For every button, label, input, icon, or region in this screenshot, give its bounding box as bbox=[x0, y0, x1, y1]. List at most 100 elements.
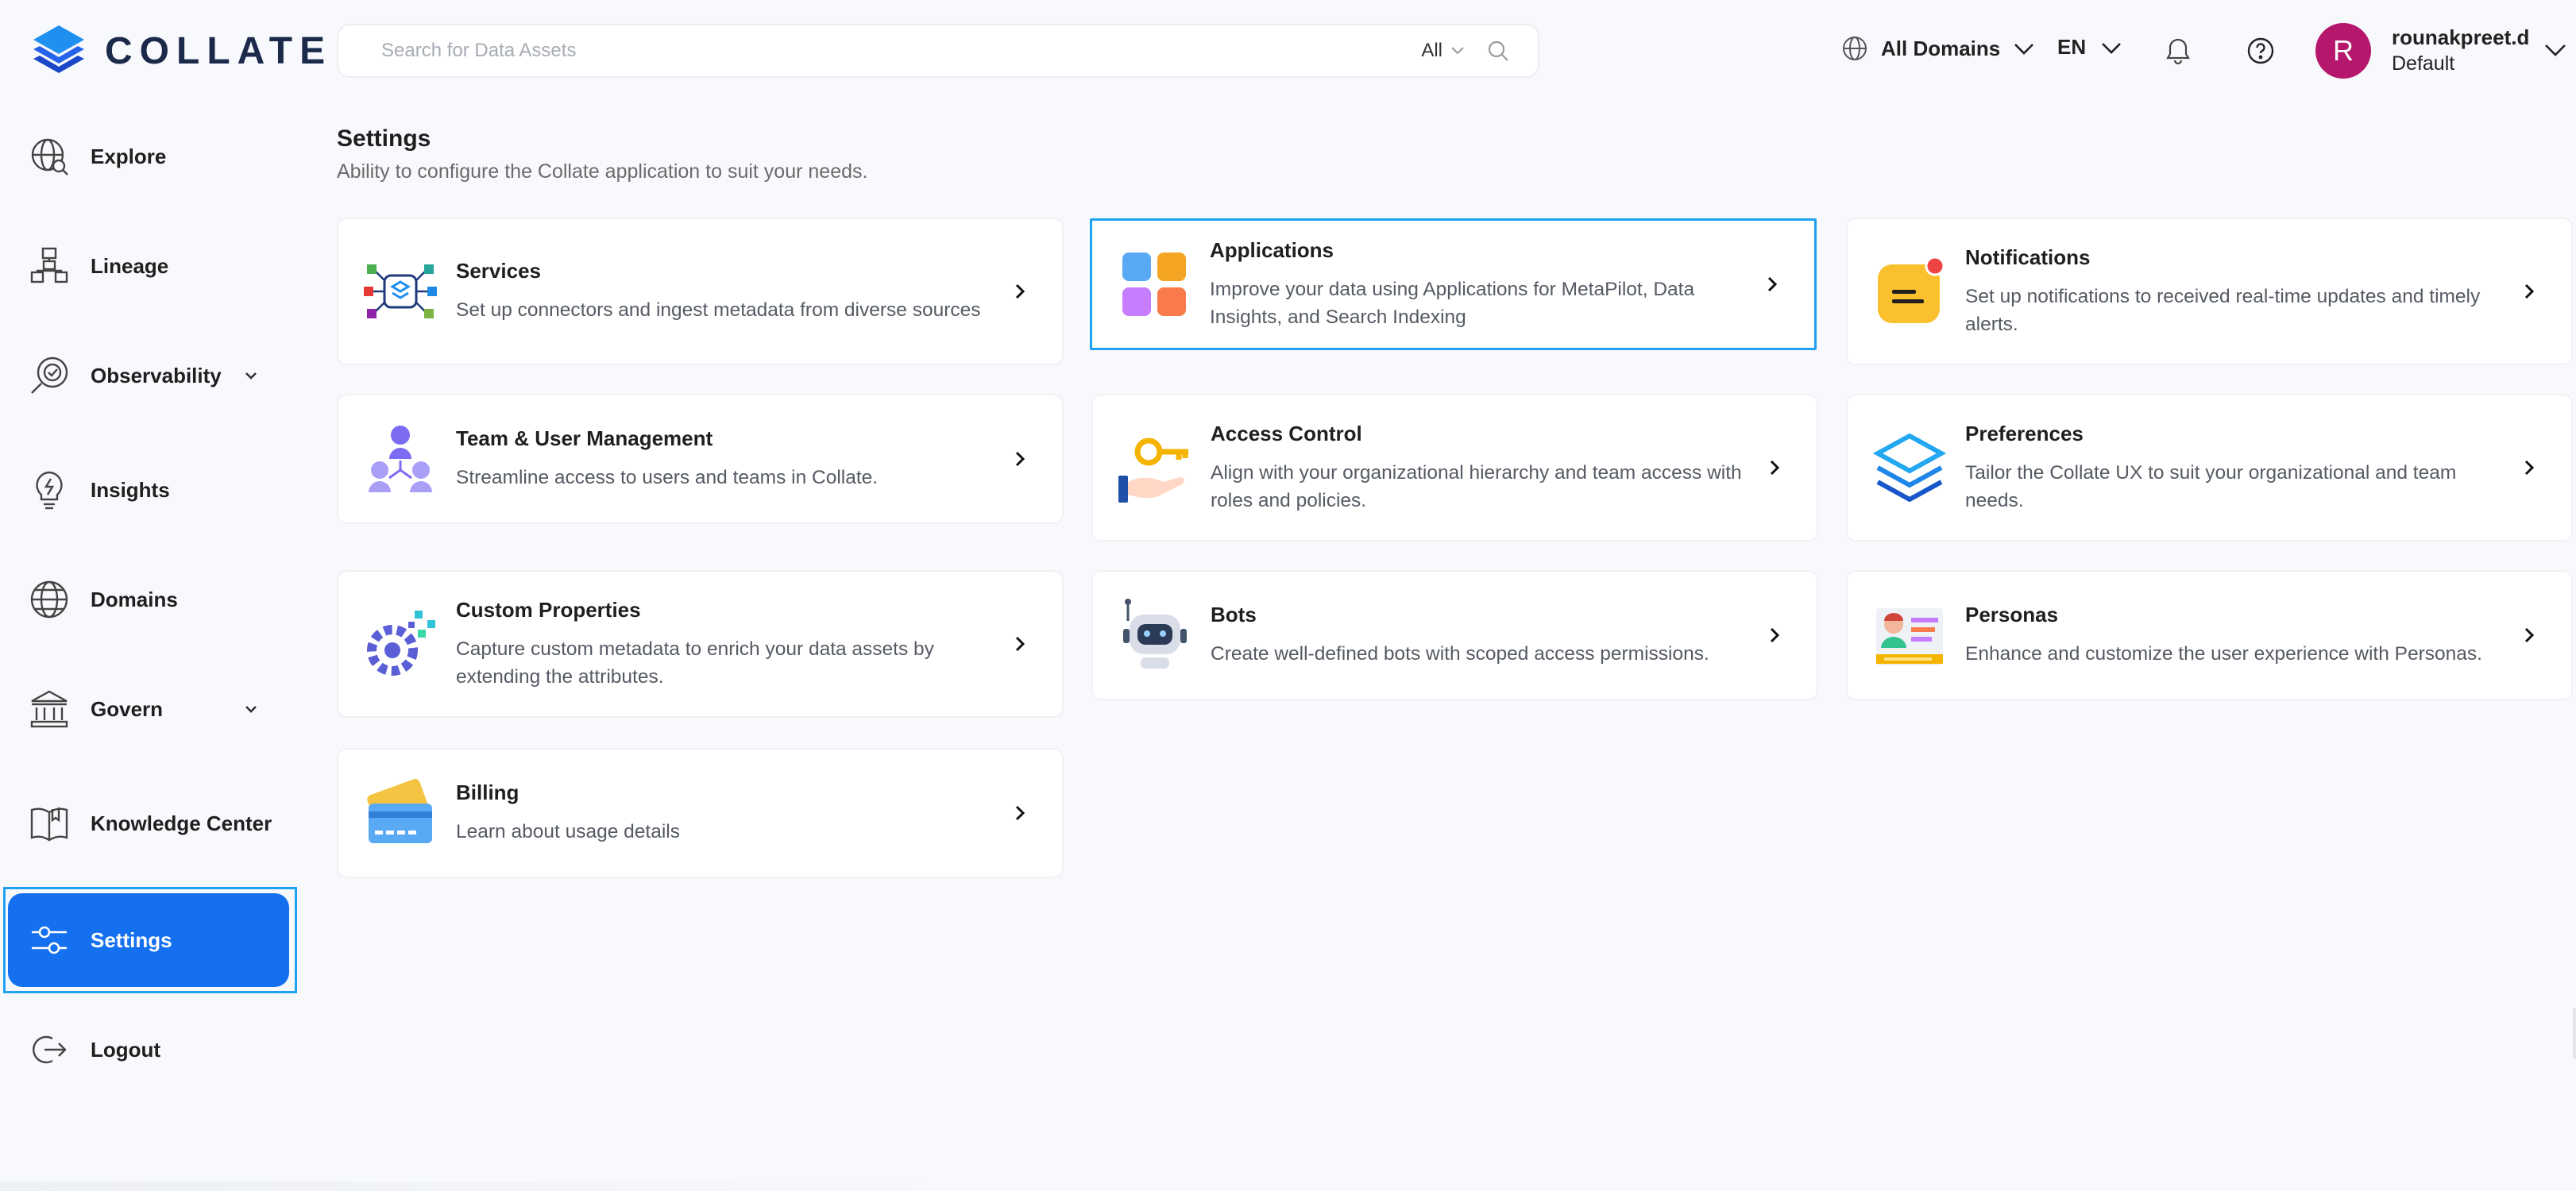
chevron-down-icon bbox=[1451, 47, 1464, 55]
notification-bell-icon[interactable] bbox=[2162, 35, 2194, 67]
settings-card-team-user-management[interactable]: Team & User Management Streamline access… bbox=[337, 394, 1064, 524]
settings-card-access-control[interactable]: Access Control Align with your organizat… bbox=[1091, 394, 1818, 542]
card-body: Services Set up connectors and ingest me… bbox=[456, 259, 991, 324]
bot-robot-icon bbox=[1123, 599, 1187, 669]
settings-card-custom-properties[interactable]: Custom Properties Capture custom metadat… bbox=[337, 570, 1064, 718]
applications-grid-icon bbox=[1122, 252, 1186, 316]
collate-logo-text: COLLATE bbox=[105, 29, 333, 72]
user-role: Default bbox=[2392, 52, 2455, 75]
chevron-right-icon bbox=[1770, 460, 1780, 476]
chevron-right-icon bbox=[1770, 627, 1780, 643]
personas-profile-icon bbox=[1876, 608, 1943, 665]
sidebar-item-label: Domains bbox=[91, 587, 178, 611]
chevron-right-icon bbox=[2524, 627, 2535, 643]
card-description: Streamline access to users and teams in … bbox=[456, 467, 879, 488]
sidebar-item-lineage[interactable]: Lineage bbox=[8, 219, 289, 313]
card-title: Applications bbox=[1210, 237, 1334, 262]
search-filter-value: All bbox=[1421, 40, 1442, 61]
chevron-right-icon bbox=[1015, 451, 1025, 467]
domains-globe-icon bbox=[30, 580, 68, 619]
sidebar-item-knowledge-center[interactable]: Knowledge Center bbox=[8, 777, 289, 870]
card-description: Learn about usage details bbox=[456, 821, 680, 842]
chevron-right-icon bbox=[1015, 805, 1025, 821]
language-label: EN bbox=[2057, 35, 2087, 59]
sidebar-item-label: Govern bbox=[91, 696, 164, 721]
chevron-down-icon bbox=[2014, 44, 2034, 55]
settings-card-notifications[interactable]: Notifications Set up notifications to re… bbox=[1846, 218, 2573, 365]
collate-logo-icon bbox=[33, 25, 84, 73]
card-body: Billing Learn about usage details bbox=[456, 781, 991, 846]
card-title: Personas bbox=[1965, 603, 2059, 626]
sidebar-item-explore[interactable]: Explore bbox=[8, 110, 289, 203]
page-title: Settings bbox=[337, 125, 431, 152]
chevron-down-icon[interactable] bbox=[243, 368, 259, 384]
insights-bulb-icon bbox=[36, 471, 63, 510]
user-menu-chevron-icon[interactable] bbox=[2543, 41, 2567, 59]
chevron-right-icon bbox=[1015, 636, 1025, 652]
card-description: Improve your data using Applications for… bbox=[1210, 278, 1695, 328]
chevron-down-icon[interactable] bbox=[243, 701, 259, 717]
globe-icon bbox=[1843, 37, 1867, 60]
card-body: Applications Improve your data using App… bbox=[1210, 238, 1743, 331]
global-search: All bbox=[337, 24, 1539, 78]
billing-card-icon bbox=[367, 779, 432, 843]
card-body: Personas Enhance and customize the user … bbox=[1965, 603, 2500, 668]
settings-card-billing[interactable]: Billing Learn about usage details bbox=[337, 748, 1064, 878]
sidebar-item-logout[interactable]: Logout bbox=[8, 1003, 289, 1097]
card-title: Preferences bbox=[1965, 421, 2084, 445]
sidebar-item-label: Knowledge Center bbox=[91, 811, 272, 835]
user-name[interactable]: rounakpreet.d bbox=[2392, 25, 2529, 50]
card-title: Services bbox=[456, 259, 541, 283]
chevron-down-icon bbox=[2102, 42, 2122, 54]
card-body: Team & User Management Streamline access… bbox=[456, 426, 991, 491]
custom-properties-gear-icon bbox=[367, 611, 435, 676]
card-description: Enhance and customize the user experienc… bbox=[1965, 643, 2482, 665]
card-body: Access Control Align with your organizat… bbox=[1211, 422, 1745, 515]
sidebar-item-domains[interactable]: Domains bbox=[8, 553, 289, 646]
chevron-right-icon bbox=[1767, 276, 1778, 292]
search-icon[interactable] bbox=[1487, 40, 1509, 62]
chevron-right-icon bbox=[2524, 460, 2535, 476]
chevron-right-icon bbox=[1015, 283, 1025, 299]
chevron-right-icon bbox=[2524, 283, 2535, 299]
sidebar-item-observability[interactable]: Observability bbox=[8, 329, 289, 422]
settings-card-services[interactable]: Services Set up connectors and ingest me… bbox=[337, 218, 1064, 365]
govern-bank-icon bbox=[30, 690, 68, 728]
search-filter-dropdown[interactable]: All bbox=[1421, 40, 1465, 62]
sidebar-item-label: Settings bbox=[91, 927, 172, 952]
card-description: Align with your organizational hierarchy… bbox=[1211, 461, 1742, 511]
settings-card-preferences[interactable]: Preferences Tailor the Collate UX to sui… bbox=[1846, 394, 2573, 542]
sidebar-item-label: Explore bbox=[91, 144, 167, 168]
help-icon[interactable] bbox=[2245, 35, 2277, 67]
logout-icon bbox=[33, 1035, 67, 1064]
team-users-icon bbox=[369, 426, 432, 492]
card-title: Custom Properties bbox=[456, 597, 641, 622]
sidebar-item-settings[interactable]: Settings bbox=[8, 893, 289, 987]
search-input[interactable] bbox=[381, 40, 1422, 62]
settings-card-applications[interactable]: Applications Improve your data using App… bbox=[1090, 218, 1817, 350]
card-title: Bots bbox=[1211, 603, 1257, 626]
card-body: Preferences Tailor the Collate UX to sui… bbox=[1965, 422, 2500, 515]
card-title: Notifications bbox=[1965, 245, 2091, 269]
card-description: Set up connectors and ingest metadata fr… bbox=[456, 299, 981, 321]
sidebar-item-insights[interactable]: Insights bbox=[8, 443, 289, 537]
observability-icon bbox=[31, 357, 68, 394]
services-hub-icon bbox=[364, 264, 437, 318]
sidebar: COLLATE Explore Lineage Observability In… bbox=[0, 0, 325, 1191]
card-description: Create well-defined bots with scoped acc… bbox=[1211, 643, 1709, 665]
scrollbar-thumb[interactable] bbox=[2573, 1008, 2576, 1059]
language-selector[interactable]: EN bbox=[2057, 35, 2122, 60]
knowledge-book-icon bbox=[30, 807, 68, 842]
collate-logo[interactable]: COLLATE bbox=[30, 22, 332, 79]
settings-card-bots[interactable]: Bots Create well-defined bots with scope… bbox=[1091, 570, 1818, 700]
preferences-layers-icon bbox=[1872, 433, 1947, 503]
card-description: Capture custom metadata to enrich your d… bbox=[456, 638, 934, 688]
page-subtitle: Ability to configure the Collate applica… bbox=[337, 160, 868, 183]
sidebar-item-label: Observability bbox=[91, 363, 222, 387]
settings-card-personas[interactable]: Personas Enhance and customize the user … bbox=[1846, 570, 2573, 700]
card-description: Tailor the Collate UX to suit your organ… bbox=[1965, 461, 2457, 511]
sidebar-item-govern[interactable]: Govern bbox=[8, 662, 289, 756]
user-avatar[interactable]: R bbox=[2315, 23, 2371, 79]
domain-selector[interactable]: All Domains bbox=[1841, 35, 2035, 62]
domain-selector-label: All Domains bbox=[1881, 36, 2001, 60]
